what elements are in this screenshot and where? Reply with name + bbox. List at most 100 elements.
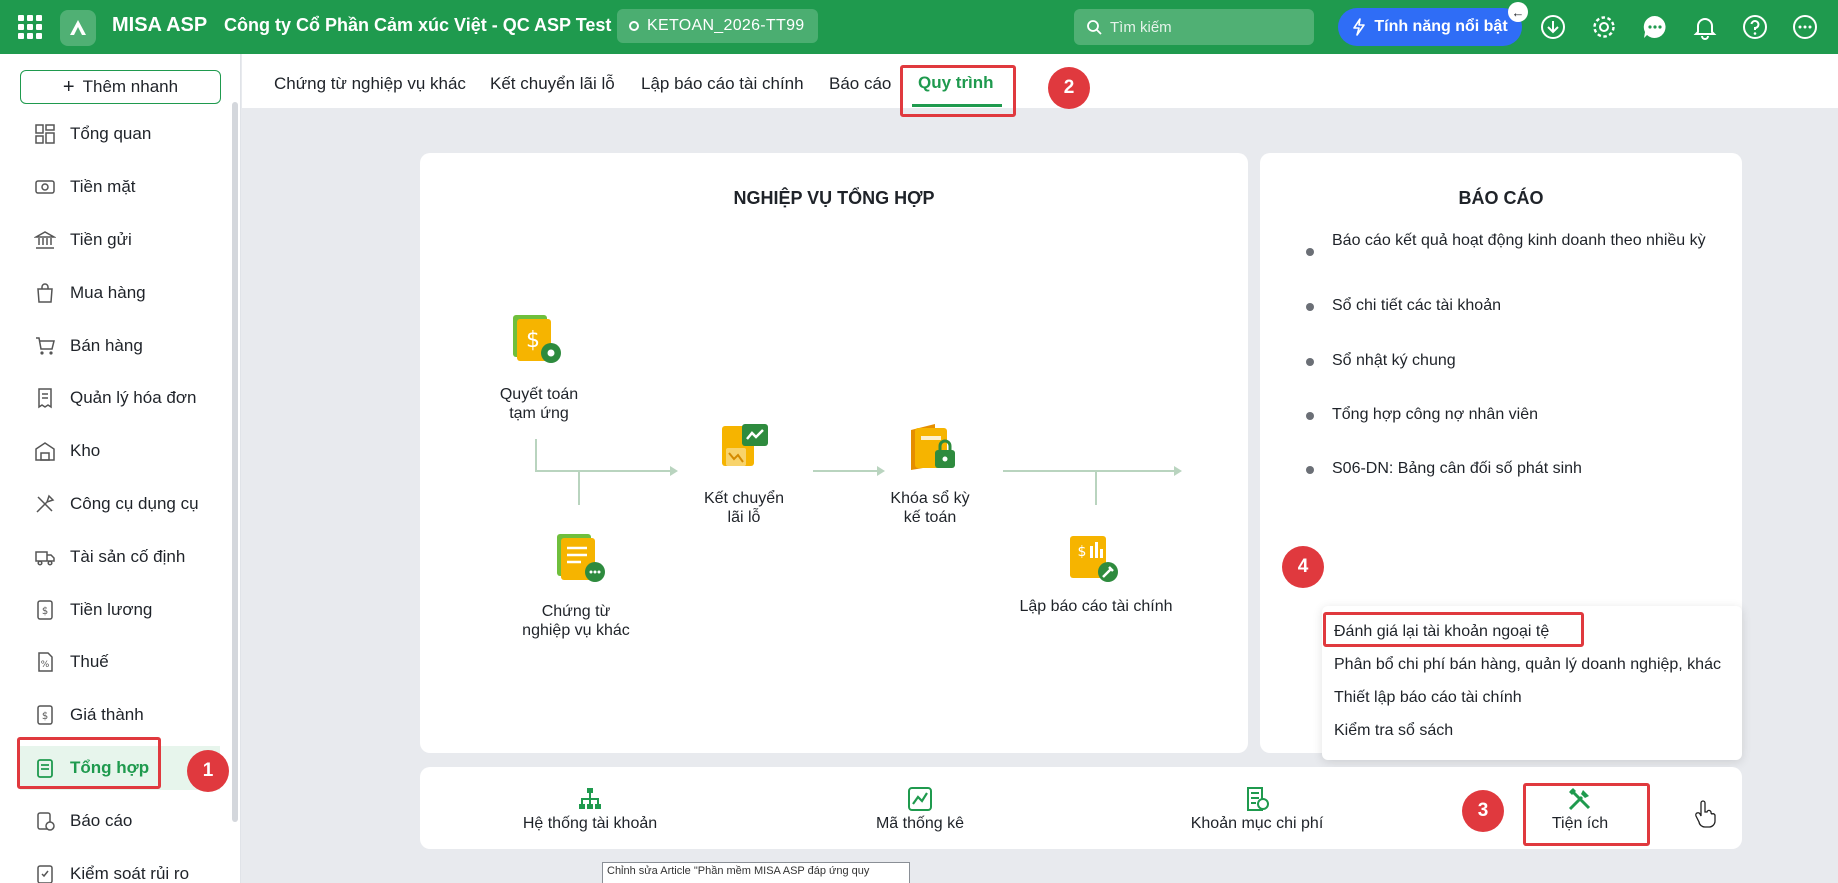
quick-add-button[interactable]: + Thêm nhanh bbox=[20, 70, 221, 104]
svg-text:$: $ bbox=[42, 711, 48, 722]
svg-text:%: % bbox=[41, 660, 50, 670]
step-badge-2: 2 bbox=[1048, 67, 1090, 109]
report-link[interactable]: Sổ nhật ký chung bbox=[1332, 351, 1712, 370]
quick-add-label: Thêm nhanh bbox=[82, 77, 179, 96]
tax-icon: % bbox=[38, 652, 53, 672]
sidebar-item-kiem-soat-rui-ro[interactable]: Kiểm soát rủi ro bbox=[20, 852, 220, 883]
step-badge-3: 3 bbox=[1462, 790, 1504, 832]
sidebar-item-tien-mat[interactable]: Tiền mặt bbox=[20, 165, 220, 209]
sidebar-item-label: Giá thành bbox=[70, 705, 144, 724]
search-input[interactable] bbox=[1110, 18, 1300, 36]
expense-item-button[interactable]: Khoản mục chi phí bbox=[1177, 787, 1337, 833]
report-link[interactable]: Sổ chi tiết các tài khoản bbox=[1332, 296, 1712, 315]
company-name[interactable]: Công ty Cổ Phần Cảm xúc Việt - QC ASP Te… bbox=[224, 15, 611, 36]
invoice-icon bbox=[38, 388, 52, 409]
plus-icon: + bbox=[62, 76, 75, 98]
report-icon bbox=[37, 812, 55, 831]
chart-of-accounts-button[interactable]: Hệ thống tài khoản bbox=[515, 787, 665, 833]
sidebar-item-tien-luong[interactable]: $ Tiền lương bbox=[20, 588, 220, 632]
node-label-line: kế toán bbox=[903, 509, 957, 526]
search-box[interactable] bbox=[1074, 9, 1314, 45]
more-icon[interactable] bbox=[1791, 13, 1819, 41]
bank-icon bbox=[34, 231, 56, 249]
database-selector[interactable]: KETOAN_2026-TT99 bbox=[617, 9, 819, 43]
download-icon[interactable] bbox=[1539, 13, 1567, 41]
sidebar-item-thue[interactable]: % Thuế bbox=[20, 640, 220, 684]
sidebar-scrollbar[interactable] bbox=[232, 102, 238, 822]
menu-item-financial-report-setup[interactable]: Thiết lập báo cáo tài chính bbox=[1334, 689, 1522, 707]
node-chung-tu-nghiep-vu-khac[interactable]: Chứng từ nghiệp vụ khác bbox=[508, 602, 644, 640]
cost-icon: $ bbox=[37, 705, 53, 725]
dashboard-icon bbox=[35, 124, 55, 144]
hierarchy-icon bbox=[579, 788, 601, 809]
menu-item-check-books[interactable]: Kiểm tra sổ sách bbox=[1334, 722, 1453, 740]
bell-icon[interactable] bbox=[1691, 13, 1719, 41]
featured-button[interactable]: Tính năng nổi bật bbox=[1338, 8, 1522, 46]
back-arrow-icon[interactable]: ← bbox=[1508, 2, 1528, 22]
bullet-icon bbox=[1306, 466, 1314, 474]
report-panel-title: BÁO CÁO bbox=[1458, 188, 1544, 208]
chat-icon[interactable] bbox=[1641, 13, 1669, 41]
logo-icon[interactable] bbox=[60, 10, 96, 46]
sidebar-item-label: Tài sản cố định bbox=[70, 547, 186, 566]
bottom-item-label: Khoản mục chi phí bbox=[1190, 815, 1324, 832]
svg-text:$: $ bbox=[526, 328, 540, 353]
node-ket-chuyen-lai-lo[interactable]: Kết chuyển lãi lỗ bbox=[694, 489, 794, 527]
statistic-code-button[interactable]: Mã thống kê bbox=[860, 787, 980, 833]
bullet-icon bbox=[1306, 412, 1314, 420]
cart-icon bbox=[36, 337, 55, 355]
cash-icon bbox=[35, 180, 55, 194]
lock-period-icon[interactable] bbox=[907, 422, 959, 479]
hand-cursor-icon bbox=[1695, 800, 1716, 828]
sidebar-item-label: Tiền mặt bbox=[70, 177, 136, 196]
sidebar-item-tien-gui[interactable]: Tiền gửi bbox=[20, 218, 220, 262]
report-link[interactable]: Báo cáo kết quả hoạt động kinh doanh the… bbox=[1332, 231, 1712, 250]
sidebar-item-tai-san-co-dinh[interactable]: Tài sản cố định bbox=[20, 535, 220, 579]
bottom-item-label: Hệ thống tài khoản bbox=[522, 815, 658, 832]
sidebar-item-gia-thanh[interactable]: $ Giá thành bbox=[20, 693, 220, 737]
help-icon[interactable] bbox=[1741, 13, 1769, 41]
sidebar-item-label: Mua hàng bbox=[70, 283, 146, 302]
settlement-icon[interactable]: $ bbox=[511, 313, 563, 370]
sidebar-item-quan-ly-hoa-don[interactable]: Quản lý hóa đơn bbox=[20, 376, 220, 420]
report-link[interactable]: Tổng hợp công nợ nhân viên bbox=[1332, 405, 1712, 424]
node-lap-bao-cao-tai-chinh[interactable]: Lập báo cáo tài chính bbox=[1014, 597, 1178, 616]
sidebar-item-label: Công cụ dụng cụ bbox=[70, 494, 199, 513]
sidebar-item-cong-cu-dung-cu[interactable]: Công cụ dụng cụ bbox=[20, 482, 220, 526]
top-bar: MISA ASP Công ty Cổ Phần Cảm xúc Việt - … bbox=[0, 0, 1838, 54]
sidebar-item-label: Quản lý hóa đơn bbox=[70, 388, 197, 407]
tab-lap-bao-cao-tai-chinh[interactable]: Lập báo cáo tài chính bbox=[641, 74, 804, 94]
module-tabs bbox=[242, 54, 1838, 108]
sidebar-item-label: Báo cáo bbox=[70, 811, 133, 830]
lightning-icon bbox=[1353, 18, 1366, 36]
report-link[interactable]: S06-DN: Bảng cân đối số phát sinh bbox=[1332, 459, 1712, 478]
sidebar-item-bao-cao[interactable]: Báo cáo bbox=[20, 799, 220, 843]
salary-icon: $ bbox=[37, 600, 53, 620]
node-label-line: Chứng từ bbox=[541, 603, 611, 620]
tab-ket-chuyen-lai-lo[interactable]: Kết chuyển lãi lỗ bbox=[490, 74, 615, 94]
process-flow-lines bbox=[535, 439, 1182, 505]
tab-chung-tu-nghiep-vu-khac[interactable]: Chứng từ nghiệp vụ khác bbox=[274, 74, 466, 94]
featured-button-label: Tính năng nổi bật bbox=[1374, 18, 1508, 35]
gear-icon[interactable] bbox=[1590, 13, 1618, 41]
node-label-line: Kết chuyển bbox=[703, 490, 785, 507]
node-quyet-toan-tam-ung[interactable]: Quyết toán tạm ứng bbox=[478, 385, 600, 423]
bullet-icon bbox=[1306, 248, 1314, 256]
node-khoa-so-ky-ke-toan[interactable]: Khóa sổ kỳ kế toán bbox=[874, 489, 986, 527]
sidebar-item-tong-quan[interactable]: Tổng quan bbox=[20, 112, 220, 156]
chart-icon bbox=[908, 787, 932, 811]
sidebar-item-mua-hang[interactable]: Mua hàng bbox=[20, 271, 220, 315]
transfer-profit-icon[interactable] bbox=[720, 422, 772, 479]
sidebar-item-kho[interactable]: Kho bbox=[20, 429, 220, 473]
other-vouchers-icon[interactable] bbox=[555, 532, 607, 589]
tab-bao-cao[interactable]: Báo cáo bbox=[829, 74, 891, 94]
sidebar-item-ban-hang[interactable]: Bán hàng bbox=[20, 324, 220, 368]
financial-report-icon[interactable]: $ bbox=[1068, 532, 1120, 589]
svg-text:$: $ bbox=[42, 606, 48, 617]
menu-item-allocate-expenses[interactable]: Phân bổ chi phí bán hàng, quản lý doanh … bbox=[1334, 656, 1721, 674]
apps-icon[interactable] bbox=[18, 15, 42, 39]
tools-icon bbox=[36, 494, 55, 513]
browser-tooltip: Chỉnh sửa Article "Phần mềm MISA ASP đáp… bbox=[602, 862, 910, 883]
node-label-line: lãi lỗ bbox=[727, 509, 761, 526]
step-badge-1: 1 bbox=[187, 750, 229, 792]
